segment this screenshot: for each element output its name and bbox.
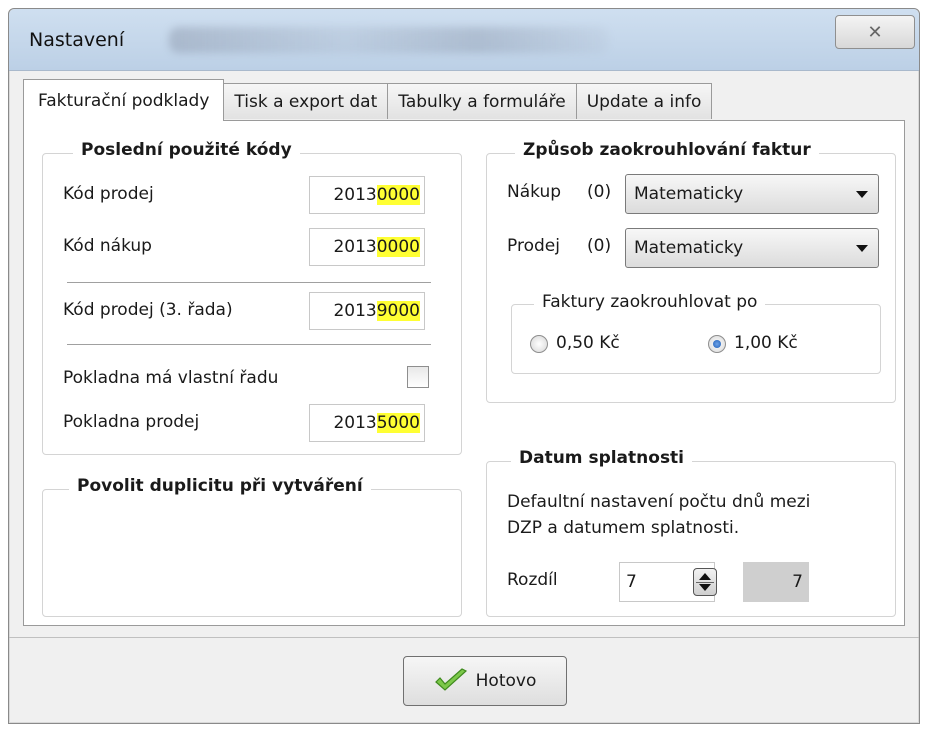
kod-nakup-label: Kód nákup xyxy=(63,236,152,256)
spin-up-icon xyxy=(699,573,711,580)
window-title: Nastavení xyxy=(29,29,125,51)
rounding-group-title: Způsob zaokrouhlování faktur xyxy=(515,140,819,160)
nakup-code: (0) xyxy=(587,182,612,202)
rounding-step-group: Faktury zaokrouhlovat po 0,50 Kč 1,00 Kč xyxy=(511,292,881,374)
prodej-label: Prodej xyxy=(507,236,560,256)
codes-group-title: Poslední použité kódy xyxy=(73,140,300,160)
prodej-code: (0) xyxy=(587,236,612,256)
pokladna-prodej-field[interactable]: 2013 5000 xyxy=(309,404,425,442)
chevron-down-icon xyxy=(856,191,868,198)
codes-group: Poslední použité kódy Kód prodej 2013 000… xyxy=(42,140,462,455)
footer-divider xyxy=(9,637,919,638)
kod-prodej-label: Kód prodej xyxy=(63,184,154,204)
tab-tabulky-a-formulare[interactable]: Tabulky a formuláře xyxy=(388,83,577,119)
kod-nakup-field[interactable]: 2013 0000 xyxy=(309,228,425,266)
radio-0-50[interactable] xyxy=(530,335,548,353)
hotovo-button[interactable]: Hotovo xyxy=(403,656,567,706)
radio-1-00-label: 1,00 Kč xyxy=(734,333,798,353)
spin-down-icon xyxy=(699,584,711,591)
tab-panel: Poslední použité kódy Kód prodej 2013 000… xyxy=(23,120,905,626)
tab-fakturacni-podklady[interactable]: Fakturační podklady xyxy=(23,79,225,121)
rozdil-label: Rozdíl xyxy=(507,570,558,590)
nakup-rounding-select[interactable]: Matematicky xyxy=(625,174,879,214)
separator xyxy=(67,344,431,346)
radio-0-50-label: 0,50 Kč xyxy=(556,333,620,353)
rozdil-computed-value: 7 xyxy=(743,562,809,602)
hotovo-label: Hotovo xyxy=(475,671,537,691)
due-date-group-title: Datum splatnosti xyxy=(511,448,693,468)
checkmark-icon xyxy=(434,668,467,691)
pokladna-vlastni-rada-checkbox[interactable] xyxy=(407,366,429,388)
settings-dialog: Nastavení ✕ Fakturační podklady Tisk a e… xyxy=(8,8,920,724)
title-bar: Nastavení ✕ xyxy=(9,9,919,71)
chevron-down-icon xyxy=(856,245,868,252)
pokladna-vlastni-rada-label: Pokladna má vlastní řadu xyxy=(63,368,279,388)
rozdil-spinner[interactable] xyxy=(693,568,717,596)
blurred-title-area xyxy=(169,27,609,53)
rounding-step-title: Faktury zaokrouhlovat po xyxy=(534,292,766,312)
prodej-rounding-select[interactable]: Matematicky xyxy=(625,228,879,268)
due-date-group: Datum splatnosti Defaultní nastavení poč… xyxy=(486,448,896,617)
separator xyxy=(67,282,431,284)
tab-strip: Fakturační podklady Tisk a export dat Ta… xyxy=(23,79,713,121)
kod-prodej-3-rada-label: Kód prodej (3. řada) xyxy=(63,300,233,320)
close-button[interactable]: ✕ xyxy=(835,15,915,49)
tab-tisk-a-export[interactable]: Tisk a export dat xyxy=(224,83,389,119)
nakup-label: Nákup xyxy=(507,182,562,202)
kod-prodej-3-rada-field[interactable]: 2013 9000 xyxy=(309,292,425,330)
rounding-group: Způsob zaokrouhlování faktur Nákup (0) M… xyxy=(486,140,896,403)
radio-1-00[interactable] xyxy=(708,335,726,353)
pokladna-prodej-label: Pokladna prodej xyxy=(63,412,200,432)
tab-update-a-info[interactable]: Update a info xyxy=(576,83,713,119)
due-description-line2: DZP a datumem splatnosti. xyxy=(507,518,740,538)
close-icon: ✕ xyxy=(867,21,883,43)
duplicity-group-title: Povolit duplicitu při vytváření xyxy=(69,476,371,496)
kod-prodej-field[interactable]: 2013 0000 xyxy=(309,176,425,214)
duplicity-group: Povolit duplicitu při vytváření xyxy=(42,476,462,617)
due-description-line1: Defaultní nastavení počtu dnů mezi xyxy=(507,492,811,512)
